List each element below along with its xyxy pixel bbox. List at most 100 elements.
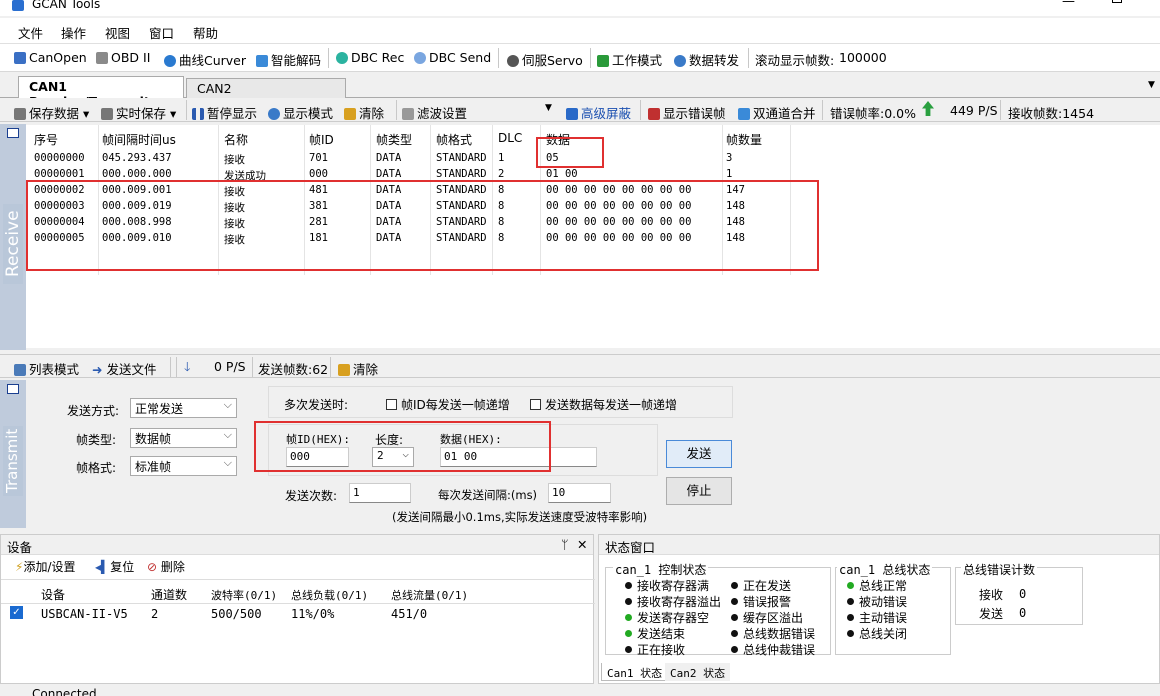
status-item: 总线关闭 <box>847 625 907 642</box>
panel-toggle-icon[interactable] <box>7 128 19 138</box>
smart-decode-button[interactable]: 智能解码 <box>256 50 321 69</box>
transmit-sidebar: Transmit <box>0 380 26 528</box>
tab-dropdown-icon[interactable]: ▼ <box>1148 80 1155 90</box>
status-dot-icon <box>731 630 738 637</box>
add-device-button[interactable]: ⚡添加/设置 <box>15 558 75 575</box>
send-mode-select[interactable]: 正常发送 <box>130 398 237 418</box>
device-col-baud[interactable]: 波特率(0/1) <box>211 587 277 603</box>
highlight-box-data <box>536 137 604 168</box>
send-button[interactable]: 发送 <box>666 440 732 468</box>
device-col-flow[interactable]: 总线流量(0/1) <box>391 587 468 603</box>
status-dot-icon <box>625 646 632 653</box>
show-error-button[interactable]: 显示错误帧 <box>648 103 726 122</box>
curver-button[interactable]: 曲线Curver <box>164 50 246 69</box>
id-increment-checkbox[interactable]: 帧ID每发送一帧递增 <box>386 396 510 413</box>
transmit-rate-text: 0 P/S <box>214 359 246 374</box>
list-icon <box>14 364 26 376</box>
sent-count-text: 发送帧数:62 <box>258 362 329 377</box>
menu-file[interactable]: 文件 <box>18 23 43 42</box>
col-header-format[interactable]: 帧格式 <box>436 131 472 148</box>
dual-merge-button[interactable]: 双通道合并 <box>738 103 816 122</box>
filter-dropdown-icon[interactable]: ▼ <box>545 103 552 113</box>
close-icon[interactable]: ✕ <box>577 537 587 552</box>
receive-sidebar: Receive <box>0 124 26 350</box>
col-header-name[interactable]: 名称 <box>224 131 248 148</box>
col-header-id[interactable]: 帧ID <box>309 131 334 148</box>
cell-seq: 00000000 <box>34 152 85 164</box>
tab-can2-status[interactable]: Can2 状态 <box>665 663 731 681</box>
frame-type-select[interactable]: 数据帧 <box>130 428 237 448</box>
status-dot-icon <box>625 598 632 605</box>
col-header-interval[interactable]: 帧间隔时间us <box>102 131 176 148</box>
col-header-seq[interactable]: 序号 <box>34 131 58 148</box>
filter-button[interactable]: 滤波设置 <box>402 103 467 122</box>
col-header-dlc[interactable]: DLC <box>498 131 522 145</box>
device-col-load[interactable]: 总线负载(0/1) <box>291 587 368 603</box>
pin-icon[interactable]: ᛘ <box>561 537 569 552</box>
status-panel-header: 状态窗口 <box>599 535 1159 555</box>
status-item: 被动错误 <box>847 593 907 610</box>
status-item: 主动错误 <box>847 609 907 626</box>
canopen-button[interactable]: CanOpen <box>14 50 87 65</box>
pause-button[interactable]: 暂停显示 <box>192 103 257 122</box>
forward-button[interactable]: 数据转发 <box>674 50 739 69</box>
status-item: 总线正常 <box>847 577 907 594</box>
status-item: 正在接收 <box>625 641 685 658</box>
tab-can1-status[interactable]: Can1 状态 <box>601 663 669 681</box>
servo-button[interactable]: 伺服Servo <box>507 50 583 69</box>
cell-format: STANDARD <box>436 168 487 180</box>
save-icon <box>14 108 26 120</box>
clear-button[interactable]: 清除 <box>344 103 384 122</box>
delete-button[interactable]: ⊘ 删除 <box>147 558 185 575</box>
error-send-value: 0 <box>1019 606 1027 620</box>
device-row-name[interactable]: USBCAN-II-V5 <box>41 607 128 621</box>
transmit-clear-button[interactable]: 清除 <box>338 359 378 378</box>
advanced-mask-button[interactable]: 高级屏蔽 <box>566 103 631 122</box>
minimize-icon[interactable]: — <box>1062 0 1075 9</box>
menu-window[interactable]: 窗口 <box>149 23 174 42</box>
tab-can2[interactable]: CAN2 Receive/Transmit <box>186 78 346 111</box>
panel-toggle-icon[interactable] <box>7 384 19 394</box>
send-count-input[interactable]: 1 <box>349 483 411 503</box>
dbc-rec-button[interactable]: DBC Rec <box>336 50 404 65</box>
device-row-load: 11%/0% <box>291 607 335 621</box>
receive-rate-text: 449 P/S <box>950 103 998 118</box>
transmit-panel: 发送方式: 正常发送 帧类型: 数据帧 帧格式: 标准帧 多次发送时: 帧ID每… <box>26 380 1160 530</box>
realtime-save-button[interactable]: 实时保存 ▾ <box>101 103 176 122</box>
tab-can1[interactable]: CAN1 Receive/Transmit <box>18 76 184 109</box>
frame-type-label: 帧类型: <box>76 433 117 447</box>
menu-help[interactable]: 帮助 <box>193 23 218 42</box>
send-interval-input[interactable]: 10 <box>548 483 611 503</box>
status-item: 发送结束 <box>625 625 685 642</box>
list-mode-button[interactable]: 列表模式 <box>14 359 79 378</box>
col-header-count[interactable]: 帧数量 <box>726 131 762 148</box>
device-checkbox[interactable]: ✓ <box>10 606 23 619</box>
frame-format-select[interactable]: 标准帧 <box>130 456 237 476</box>
scroll-frames-input[interactable]: 100000 <box>834 47 916 69</box>
stop-button[interactable]: 停止 <box>666 477 732 505</box>
save-data-button[interactable]: 保存数据 ▾ <box>14 103 89 122</box>
send-file-button[interactable]: ➜ 发送文件 <box>92 359 156 378</box>
menu-operation[interactable]: 操作 <box>61 23 86 42</box>
refresh-icon <box>336 52 348 64</box>
display-mode-button[interactable]: 显示模式 <box>268 103 333 122</box>
reset-button[interactable]: ◂▍复位 <box>95 558 134 575</box>
status-panel: 状态窗口 can_1 控制状态 接收寄存器满 接收寄存器溢出 发送寄存器空 发送结束正… <box>598 534 1160 684</box>
curve-icon <box>164 55 176 67</box>
cell-name: 接收 <box>224 154 245 166</box>
send-mode-label: 发送方式: <box>67 404 120 418</box>
work-mode-button[interactable]: 工作模式 <box>597 50 662 69</box>
dbc-send-button[interactable]: DBC Send <box>414 50 491 65</box>
device-col-channels[interactable]: 通道数 <box>151 586 187 603</box>
device-col-name[interactable]: 设备 <box>41 586 65 603</box>
window-title: GCAN Tools <box>32 0 101 11</box>
status-dot-icon <box>847 598 854 605</box>
col-header-type[interactable]: 帧类型 <box>376 131 412 148</box>
maximize-icon[interactable] <box>1112 0 1122 3</box>
obd-button[interactable]: OBD II <box>96 50 150 65</box>
multi-send-label: 多次发送时: <box>284 398 349 412</box>
list-icon <box>256 55 268 67</box>
data-increment-checkbox[interactable]: 发送数据每发送一帧递增 <box>530 396 677 413</box>
menu-view[interactable]: 视图 <box>105 23 130 42</box>
status-dot-icon <box>847 614 854 621</box>
